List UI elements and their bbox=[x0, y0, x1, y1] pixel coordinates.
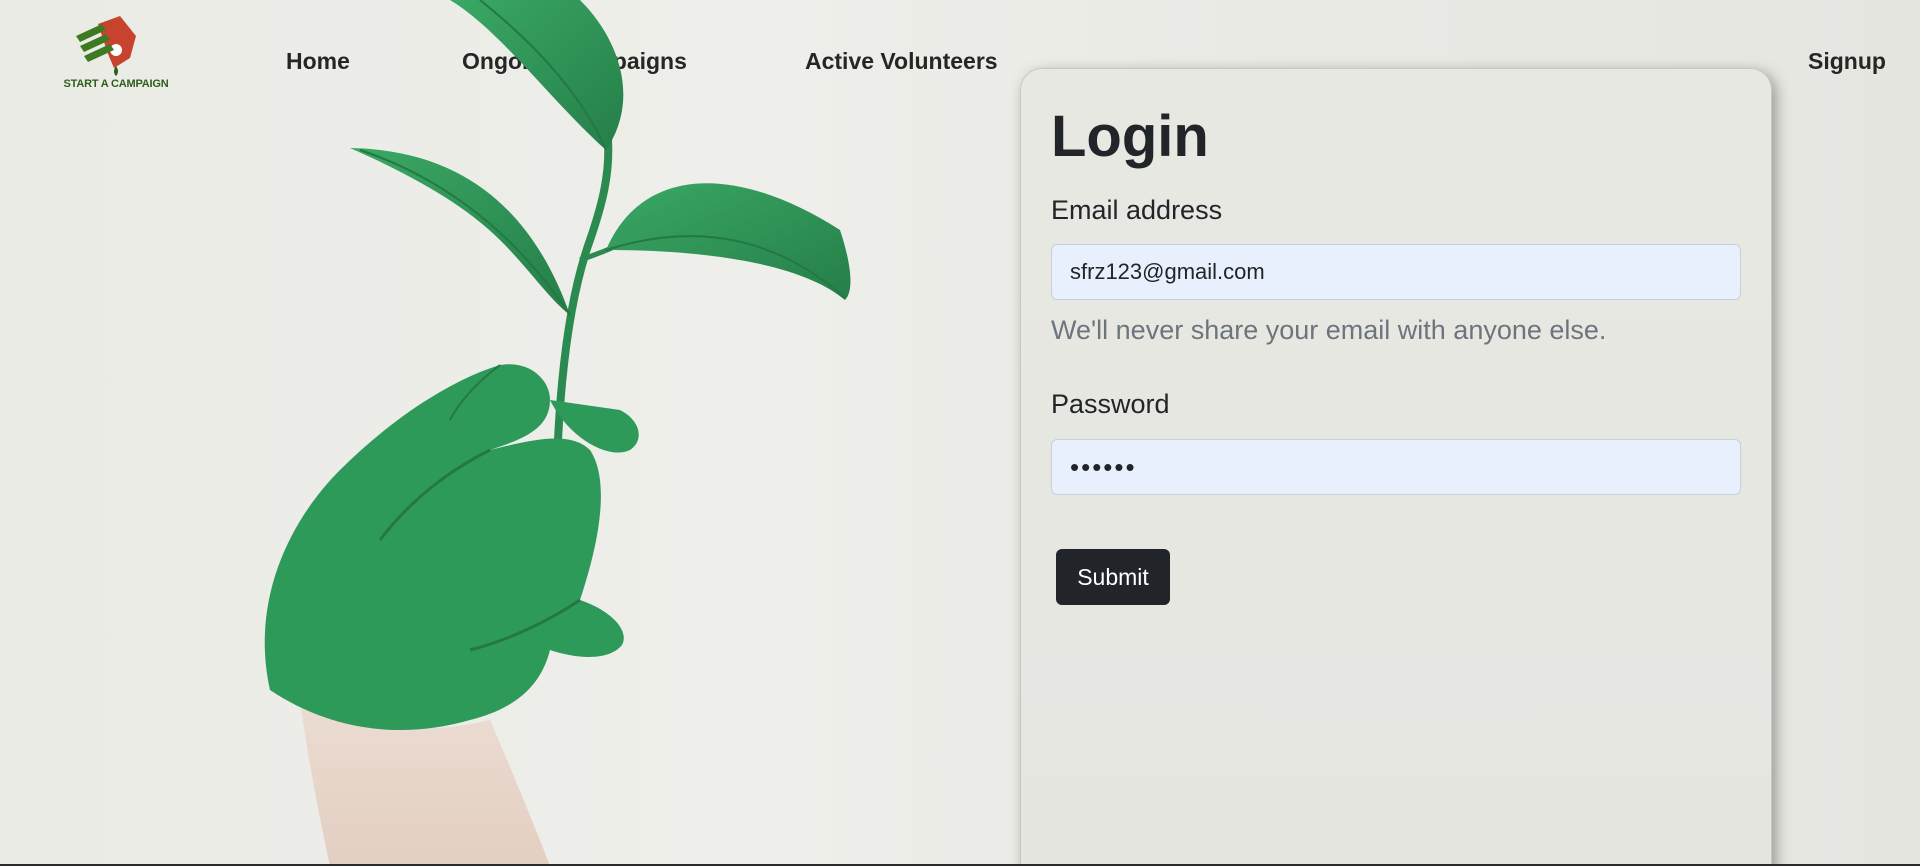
login-title: Login bbox=[1051, 104, 1209, 169]
password-field[interactable] bbox=[1051, 439, 1741, 495]
login-card: Login Email address We'll never share yo… bbox=[1020, 68, 1772, 866]
submit-button[interactable]: Submit bbox=[1056, 549, 1170, 605]
logo[interactable]: START A CAMPAIGN bbox=[58, 14, 174, 98]
page: START A CAMPAIGN Home Ongoing Campaigns … bbox=[0, 0, 1920, 866]
email-field[interactable] bbox=[1051, 244, 1741, 300]
email-label: Email address bbox=[1051, 195, 1223, 225]
email-help-text: We'll never share your email with anyone… bbox=[1051, 315, 1607, 345]
logo-text: START A CAMPAIGN bbox=[63, 78, 169, 90]
nav-signup-link[interactable]: Signup bbox=[1808, 48, 1886, 75]
plant-hand-image bbox=[264, 0, 851, 866]
password-label: Password bbox=[1051, 389, 1170, 419]
